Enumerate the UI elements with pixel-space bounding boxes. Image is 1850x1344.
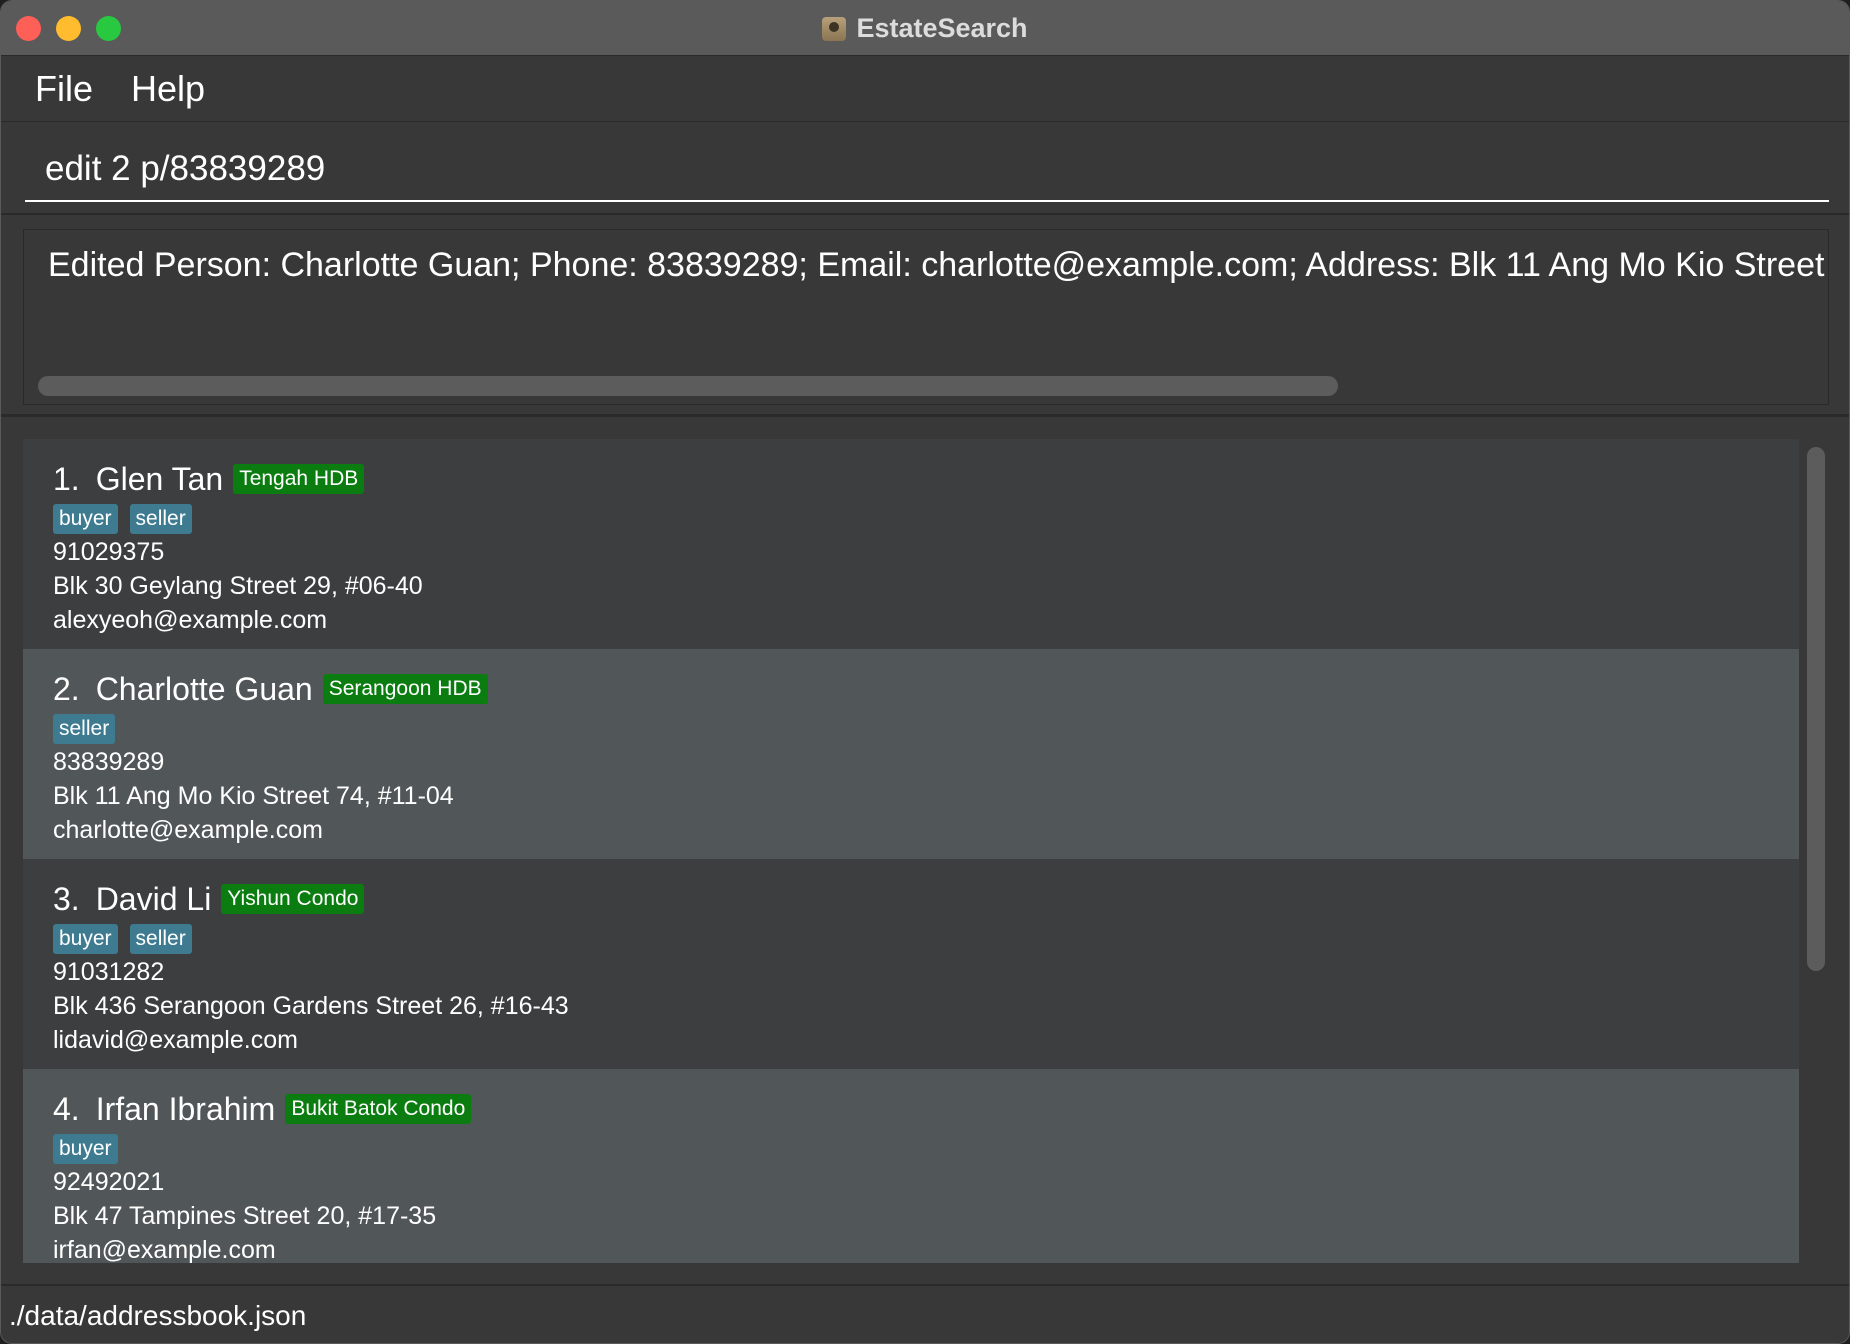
role-tag: buyer (53, 1134, 118, 1164)
person-phone: 92492021 (53, 1168, 165, 1196)
name-line: 3. David Li Yishun Condo (53, 879, 1799, 919)
person-address: Blk 436 Serangoon Gardens Street 26, #16… (53, 992, 569, 1020)
person-list-vertical-scrollbar[interactable] (1807, 447, 1825, 971)
person-index: 4. (53, 1090, 80, 1127)
role-tag: seller (129, 924, 192, 954)
person-index: 1. (53, 460, 80, 497)
menu-help[interactable]: Help (131, 68, 205, 110)
app-icon (822, 16, 847, 41)
app-window: EstateSearch File Help Edited Person: Ch… (0, 0, 1850, 1344)
person-address: Blk 47 Tampines Street 20, #17-35 (53, 1202, 437, 1230)
result-display[interactable]: Edited Person: Charlotte Guan; Phone: 83… (23, 229, 1829, 405)
title-bar: EstateSearch (1, 1, 1849, 56)
role-tags: buyer (53, 1133, 1799, 1165)
person-card[interactable]: 4. Irfan Ibrahim Bukit Batok Condo buyer… (23, 1069, 1799, 1263)
role-tags: buyer seller (53, 503, 1799, 535)
person-card[interactable]: 3. David Li Yishun Condo buyer seller 91… (23, 859, 1799, 1069)
command-input[interactable] (25, 138, 1829, 202)
person-name: Irfan Ibrahim (95, 1090, 276, 1127)
property-tag: Yishun Condo (221, 884, 365, 914)
person-email: lidavid@example.com (53, 1026, 298, 1054)
person-name: David Li (95, 880, 212, 917)
property-tag: Serangoon HDB (322, 674, 488, 704)
person-phone: 91031282 (53, 958, 165, 986)
person-phone: 91029375 (53, 538, 165, 566)
name-line: 1. Glen Tan Tengah HDB (53, 459, 1799, 499)
result-text: Edited Person: Charlotte Guan; Phone: 83… (48, 246, 1829, 284)
person-list[interactable]: 1. Glen Tan Tengah HDB buyer seller 9102… (23, 439, 1799, 1263)
role-tags: buyer seller (53, 923, 1799, 955)
person-address: Blk 11 Ang Mo Kio Street 74, #11-04 (53, 782, 454, 810)
property-tag: Tengah HDB (233, 464, 365, 494)
person-email: alexyeoh@example.com (53, 606, 328, 634)
person-index: 2. (53, 670, 80, 707)
title-wrap: EstateSearch (1, 1, 1849, 56)
person-phone: 83839289 (53, 748, 165, 776)
window-title: EstateSearch (856, 13, 1028, 43)
role-tag: seller (53, 714, 116, 744)
person-email: charlotte@example.com (53, 816, 323, 844)
property-tag: Bukit Batok Condo (285, 1094, 472, 1124)
person-index: 3. (53, 880, 80, 917)
role-tag: buyer (53, 504, 118, 534)
name-line: 2. Charlotte Guan Serangoon HDB (53, 669, 1799, 709)
data-file-path: ./data/addressbook.json (9, 1299, 307, 1331)
role-tag: buyer (53, 924, 118, 954)
person-list-area: 1. Glen Tan Tengah HDB buyer seller 9102… (1, 419, 1849, 1284)
name-line: 4. Irfan Ibrahim Bukit Batok Condo (53, 1089, 1799, 1129)
menu-bar: File Help (1, 57, 1849, 122)
role-tags: seller (53, 713, 1799, 745)
person-email: irfan@example.com (53, 1236, 276, 1263)
person-name: Charlotte Guan (95, 670, 313, 707)
person-card[interactable]: 1. Glen Tan Tengah HDB buyer seller 9102… (23, 439, 1799, 649)
person-card[interactable]: 2. Charlotte Guan Serangoon HDB seller 8… (23, 649, 1799, 859)
person-name: Glen Tan (95, 460, 224, 497)
command-box-area (1, 123, 1849, 215)
person-address: Blk 30 Geylang Street 29, #06-40 (53, 572, 423, 600)
status-bar: ./data/addressbook.json (1, 1284, 1849, 1343)
menu-file[interactable]: File (35, 68, 93, 110)
result-horizontal-scrollbar[interactable] (38, 376, 1338, 396)
role-tag: seller (129, 504, 192, 534)
result-display-area: Edited Person: Charlotte Guan; Phone: 83… (1, 217, 1849, 417)
